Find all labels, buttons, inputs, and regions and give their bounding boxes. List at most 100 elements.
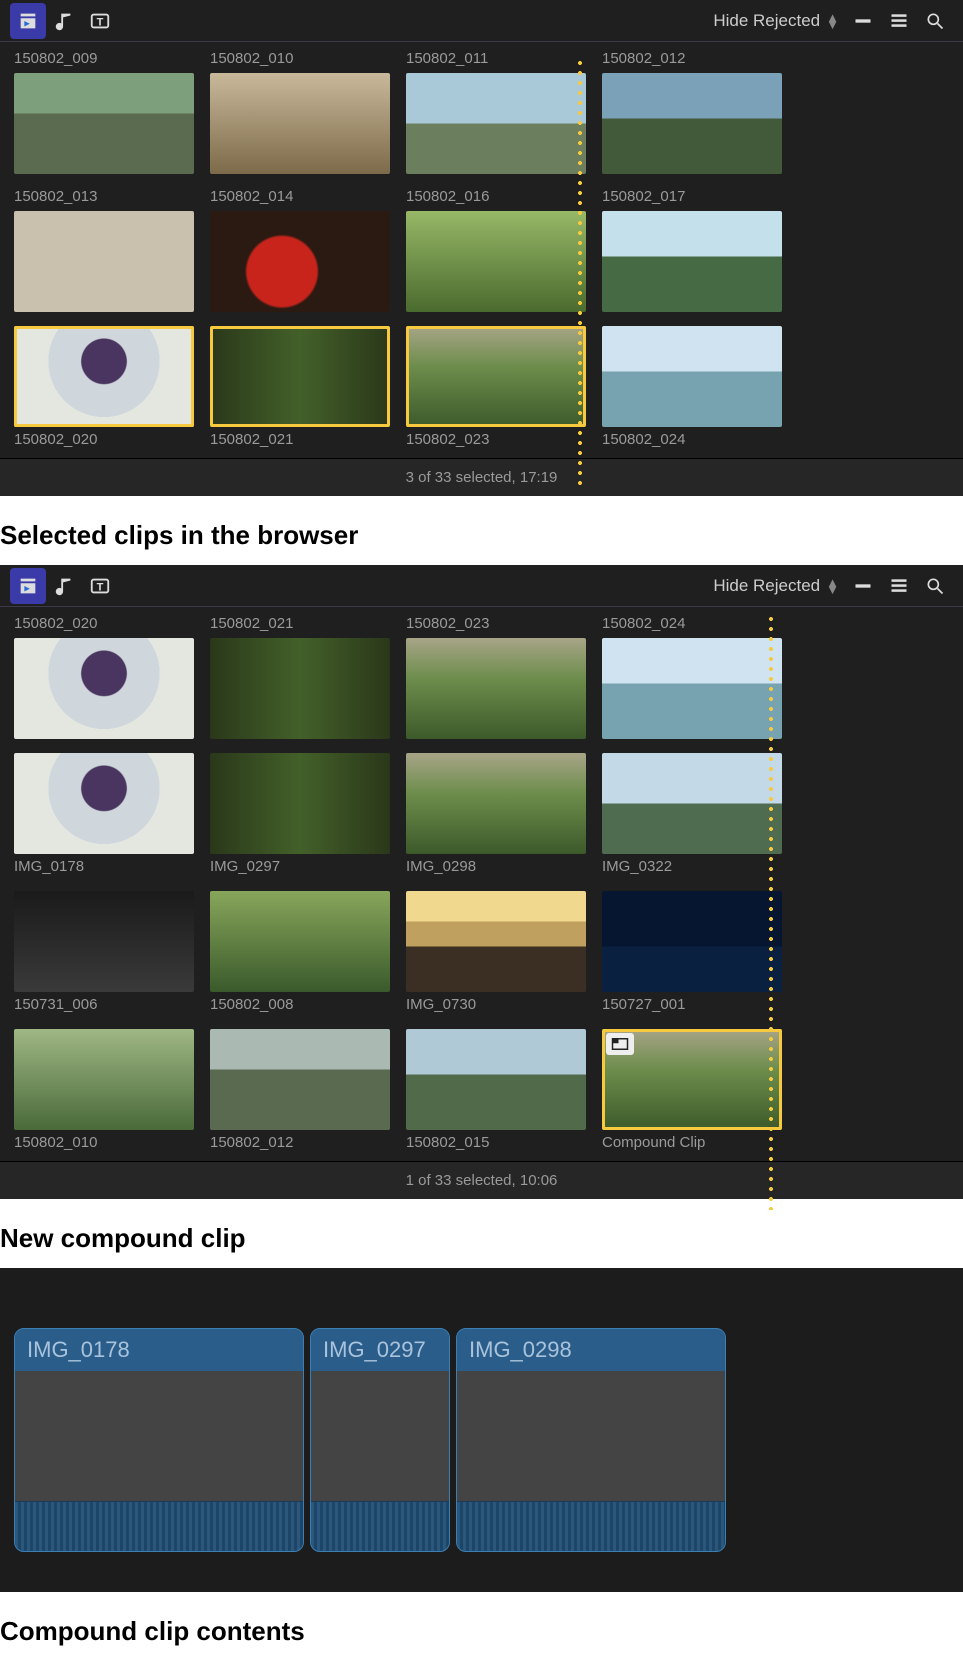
clip-thumbnail[interactable] — [210, 1029, 390, 1130]
clip-name: 150802_013 — [14, 188, 194, 207]
clip-filter-popup[interactable]: Hide Rejected ▲▼ — [707, 11, 845, 31]
clip-item[interactable]: 150802_014 — [210, 188, 390, 312]
clip-filter-popup[interactable]: Hide Rejected ▲▼ — [707, 576, 845, 596]
clip-thumbnail[interactable] — [602, 73, 782, 174]
clip-item[interactable]: 150802_008 — [210, 891, 390, 1015]
filter-label: Hide Rejected — [713, 11, 820, 31]
clip-item[interactable]: 150802_011 — [406, 50, 586, 174]
clip-item[interactable]: 150802_023 — [406, 615, 586, 739]
clip-item[interactable]: 150731_006 — [14, 891, 194, 1015]
titles-tab-icon[interactable]: T — [82, 568, 118, 604]
audio-tab-icon[interactable] — [46, 3, 82, 39]
timeline-clip-filmstrip — [457, 1371, 725, 1501]
clip-thumbnail[interactable] — [210, 211, 390, 312]
audio-tab-icon[interactable] — [46, 568, 82, 604]
timeline-clip[interactable]: IMG_0297 — [310, 1328, 450, 1552]
clips-tab-icon[interactable] — [10, 3, 46, 39]
clip-thumbnail[interactable] — [14, 1029, 194, 1130]
clip-thumbnail[interactable] — [602, 1029, 782, 1130]
clip-thumbnail[interactable] — [14, 891, 194, 992]
clip-item[interactable]: 150727_001 — [602, 891, 782, 1015]
clip-name: 150802_023 — [406, 615, 586, 634]
clip-thumbnail[interactable] — [406, 211, 586, 312]
clip-name: IMG_0178 — [14, 858, 194, 877]
clip-thumbnail[interactable] — [406, 73, 586, 174]
clip-item[interactable]: 150802_010 — [14, 1029, 194, 1153]
timeline: IMG_0178IMG_0297IMG_0298 — [0, 1268, 963, 1592]
clip-name: 150802_016 — [406, 188, 586, 207]
clip-name: IMG_0730 — [406, 996, 586, 1015]
clip-item[interactable]: 150802_016 — [406, 188, 586, 312]
clip-thumbnail[interactable] — [406, 638, 586, 739]
clip-appearance-icon[interactable] — [845, 568, 881, 604]
clip-name: 150802_008 — [210, 996, 390, 1015]
clip-grid: 150802_020150802_021 150802_023 150802_024… — [0, 607, 963, 1161]
browser-toolbar: T Hide Rejected ▲▼ — [0, 0, 963, 42]
clip-item[interactable]: 150802_010 — [210, 50, 390, 174]
clip-item[interactable]: IMG_0322 — [602, 753, 782, 877]
clip-thumbnail[interactable] — [210, 638, 390, 739]
clip-thumbnail[interactable] — [406, 753, 586, 854]
clip-item[interactable]: 150802_013 — [14, 188, 194, 312]
filter-label: Hide Rejected — [713, 576, 820, 596]
timeline-clip[interactable]: IMG_0298 — [456, 1328, 726, 1552]
clip-item[interactable]: IMG_0297 — [210, 753, 390, 877]
clip-thumbnail[interactable] — [210, 891, 390, 992]
clip-item[interactable]: 150802_023 — [406, 326, 586, 450]
clip-thumbnail[interactable] — [406, 891, 586, 992]
clip-thumbnail[interactable] — [406, 326, 586, 427]
clip-item[interactable]: 150802_020 — [14, 615, 194, 739]
clip-item[interactable]: 150802_024 — [602, 615, 782, 739]
clip-item[interactable]: Compound Clip — [602, 1029, 782, 1153]
clip-appearance-icon[interactable] — [845, 3, 881, 39]
clip-name: 150731_006 — [14, 996, 194, 1015]
clip-name: Compound Clip — [602, 1134, 782, 1153]
search-icon[interactable] — [917, 568, 953, 604]
clip-thumbnail[interactable] — [14, 326, 194, 427]
clip-thumbnail[interactable] — [14, 211, 194, 312]
browser-toolbar: T Hide Rejected ▲▼ — [0, 565, 963, 607]
clip-thumbnail[interactable] — [14, 753, 194, 854]
timeline-clip-title: IMG_0178 — [15, 1329, 303, 1371]
clips-tab-icon[interactable] — [10, 568, 46, 604]
clip-thumbnail[interactable] — [602, 326, 782, 427]
compound-clip-icon — [606, 1033, 634, 1055]
clip-name: 150802_010 — [210, 50, 390, 69]
clip-thumbnail[interactable] — [210, 753, 390, 854]
clip-item[interactable]: 150802_012 — [602, 50, 782, 174]
clip-item[interactable]: 150802_012 — [210, 1029, 390, 1153]
clip-name: 150802_017 — [602, 188, 782, 207]
timeline-clip[interactable]: IMG_0178 — [14, 1328, 304, 1552]
clip-thumbnail[interactable] — [602, 638, 782, 739]
clip-item[interactable]: 150802_017 — [602, 188, 782, 312]
clip-thumbnail[interactable] — [210, 73, 390, 174]
titles-tab-icon[interactable]: T — [82, 3, 118, 39]
clip-item[interactable]: IMG_0730 — [406, 891, 586, 1015]
clip-name: 150802_010 — [14, 1134, 194, 1153]
svg-text:T: T — [97, 16, 104, 28]
timeline-clip-waveform — [15, 1501, 303, 1551]
clip-item[interactable]: IMG_0178 — [14, 753, 194, 877]
search-icon[interactable] — [917, 3, 953, 39]
clip-thumbnail[interactable] — [14, 73, 194, 174]
caption-new-compound: New compound clip — [0, 1199, 963, 1268]
clip-thumbnail[interactable] — [14, 638, 194, 739]
clip-thumbnail[interactable] — [602, 211, 782, 312]
list-view-icon[interactable] — [881, 568, 917, 604]
svg-text:T: T — [97, 581, 104, 593]
clip-thumbnail[interactable] — [602, 891, 782, 992]
list-view-icon[interactable] — [881, 3, 917, 39]
clip-item[interactable]: 150802_024 — [602, 326, 782, 450]
clip-item[interactable]: 150802_021 — [210, 326, 390, 450]
clip-name: 150802_009 — [14, 50, 194, 69]
clip-thumbnail[interactable] — [406, 1029, 586, 1130]
clip-thumbnail[interactable] — [602, 753, 782, 854]
clip-item[interactable]: 150802_021 — [210, 615, 390, 739]
browser-panel-1: T Hide Rejected ▲▼ 150802_009 150802_010 1… — [0, 0, 963, 496]
clip-thumbnail[interactable] — [210, 326, 390, 427]
clip-item[interactable]: IMG_0298 — [406, 753, 586, 877]
clip-name: IMG_0298 — [406, 858, 586, 877]
clip-item[interactable]: 150802_015 — [406, 1029, 586, 1153]
clip-item[interactable]: 150802_020 — [14, 326, 194, 450]
clip-item[interactable]: 150802_009 — [14, 50, 194, 174]
